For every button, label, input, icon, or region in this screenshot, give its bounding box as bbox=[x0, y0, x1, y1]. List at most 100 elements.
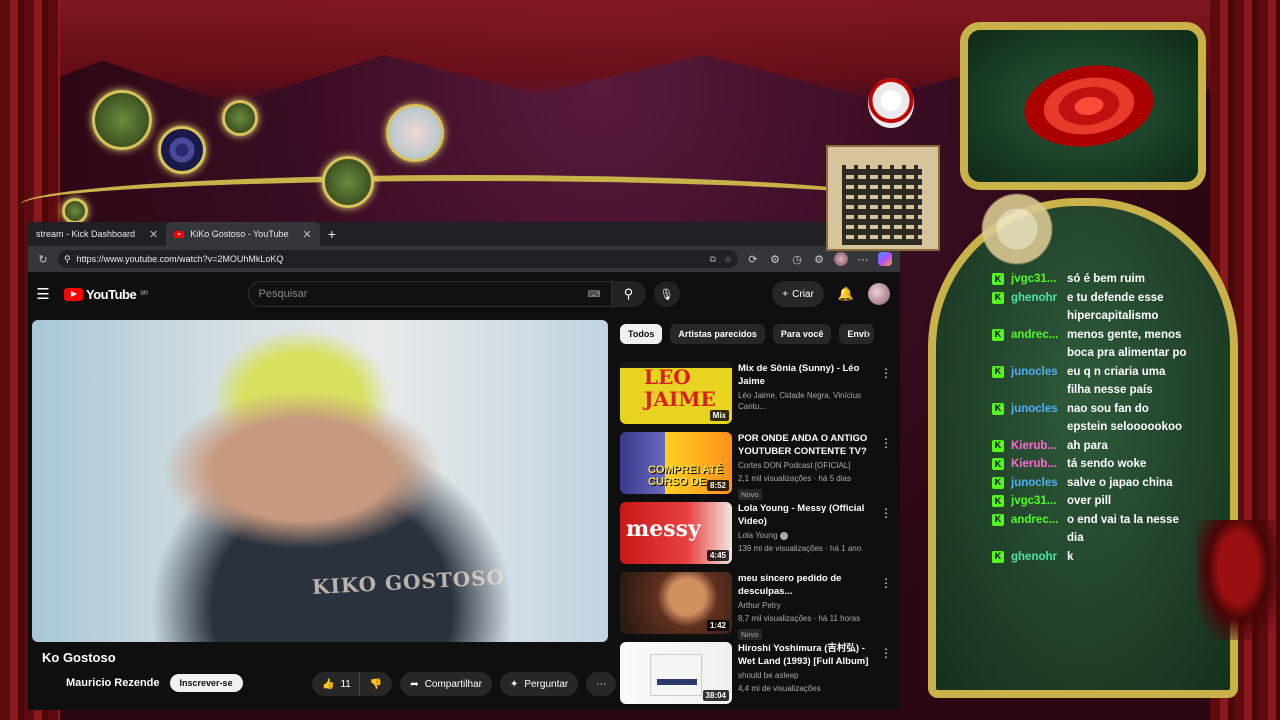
recommendation-item[interactable]: COMPREI ATÉ CURSO DE 8:52 POR ONDE ANDA … bbox=[620, 432, 892, 502]
ask-button[interactable]: ✦ Perguntar bbox=[499, 672, 579, 696]
more-actions-button[interactable]: ⋯ bbox=[586, 672, 617, 696]
tab-youtube[interactable]: KiKo Gostoso - YouTube ✕ bbox=[166, 222, 320, 246]
more-vert-icon[interactable]: ⋮ bbox=[880, 646, 892, 660]
youtube-favicon-icon bbox=[174, 230, 185, 238]
more-vert-icon[interactable]: ⋮ bbox=[880, 506, 892, 520]
search-button[interactable]: ⚲ bbox=[611, 281, 646, 307]
ornament-spiral bbox=[158, 126, 206, 174]
subscribe-button[interactable]: Inscrever-se bbox=[169, 674, 243, 692]
recommendation-channel: should be asleep bbox=[738, 671, 799, 680]
chip-artistas-parecidos[interactable]: Artistas parecidos bbox=[670, 324, 765, 344]
recommendation-title[interactable]: Mix de Sônia (Sunny) - Léo Jaime bbox=[738, 362, 878, 388]
like-button[interactable]: 👍 11 bbox=[312, 672, 359, 696]
tab-kick-dashboard[interactable]: stream - Kick Dashboard ✕ bbox=[28, 222, 166, 246]
video-thumbnail[interactable]: COMPREI ATÉ CURSO DE 8:52 bbox=[620, 432, 732, 494]
voice-search-button[interactable]: 🎙 bbox=[653, 281, 680, 307]
chat-username[interactable]: Kierub... bbox=[1011, 455, 1067, 474]
settings-icon[interactable]: ⚙ bbox=[812, 253, 826, 266]
recommendation-channel: Léo Jaime, Cidade Negra, Vinícius Cantu.… bbox=[738, 391, 862, 411]
microphone-icon: 🎙 bbox=[659, 288, 674, 301]
create-label: Criar bbox=[792, 288, 814, 300]
video-actions: 👍 11 👎 ➦ Compartilhar ✦ Perguntar ⋯ bbox=[312, 672, 617, 696]
copilot-icon[interactable] bbox=[878, 252, 892, 266]
site-info-icon[interactable]: ⚲ bbox=[64, 254, 71, 265]
close-tab-icon[interactable]: ✕ bbox=[149, 228, 158, 241]
search-icon: ⚲ bbox=[623, 286, 634, 301]
recommendation-title[interactable]: POR ONDE ANDA O ANTIGO YOUTUBER CONTENTE… bbox=[738, 432, 878, 458]
kick-badge-icon: K bbox=[992, 495, 1004, 507]
chat-username[interactable]: andrec... bbox=[1011, 511, 1067, 548]
chip-todos[interactable]: Todos bbox=[620, 324, 663, 344]
share-button[interactable]: ➦ Compartilhar bbox=[400, 672, 492, 696]
url-field[interactable]: ⚲ https://www.youtube.com/watch?v=2MOUhM… bbox=[58, 250, 738, 268]
qr-code bbox=[842, 165, 922, 245]
chat-username[interactable]: andrec... bbox=[1011, 326, 1067, 363]
chat-username[interactable]: junocles bbox=[1011, 400, 1067, 437]
kick-badge-icon: K bbox=[992, 328, 1004, 341]
chat-message: K jvgc31... só é bem ruim bbox=[992, 270, 1192, 289]
thumbs-up-icon: 👍 bbox=[322, 678, 335, 690]
chevron-right-icon[interactable]: › bbox=[866, 326, 870, 341]
profile-avatar-icon[interactable] bbox=[834, 252, 848, 266]
chat-username[interactable]: jvgc31... bbox=[1011, 270, 1067, 289]
recommendation-stats: 2,1 mil visualizações · há 5 dias bbox=[738, 474, 851, 483]
create-button[interactable]: + Criar bbox=[772, 281, 824, 307]
translate-icon[interactable]: ⧉ bbox=[709, 254, 715, 265]
like-count: 11 bbox=[340, 678, 351, 690]
dislike-button[interactable]: 👎 bbox=[358, 672, 393, 696]
keyboard-icon[interactable]: ⌨ bbox=[588, 289, 601, 300]
video-player[interactable]: KIKO GOSTOSO bbox=[32, 320, 608, 642]
recommendation-item[interactable]: LEO JAIME Mix Mix de Sônia (Sunny) - Léo… bbox=[620, 362, 892, 432]
extensions-icon[interactable]: ⚙ bbox=[768, 253, 782, 266]
video-thumbnail[interactable]: 38:04 bbox=[620, 642, 732, 704]
chip-para-voce[interactable]: Para você bbox=[772, 324, 832, 344]
recommendation-title[interactable]: Lola Young - Messy (Official Video) bbox=[738, 502, 878, 528]
history-icon[interactable]: ◷ bbox=[790, 253, 804, 266]
chat-username[interactable]: jvgc31... bbox=[1011, 492, 1067, 511]
new-tab-icon[interactable]: + bbox=[320, 226, 344, 242]
video-thumbnail[interactable]: 1:42 bbox=[620, 572, 732, 634]
duration-badge: 38:04 bbox=[702, 690, 729, 701]
video-thumbnail[interactable]: messy 4:45 bbox=[620, 502, 732, 564]
hamburger-menu-icon[interactable]: ☰ bbox=[34, 285, 52, 303]
header-actions: + Criar 🔔 bbox=[772, 281, 894, 307]
kick-badge-icon: K bbox=[992, 458, 1004, 470]
chat-text: eu q n criaria uma filha nesse país bbox=[1067, 365, 1166, 397]
channel-name[interactable]: Mauricio Rezende bbox=[66, 677, 160, 689]
chat-message: K Kierub... tá sendo woke bbox=[992, 455, 1192, 474]
album-cover bbox=[650, 654, 702, 696]
devil-mascot bbox=[1196, 520, 1280, 640]
chat-username[interactable]: Kierub... bbox=[1011, 437, 1067, 456]
more-menu-icon[interactable]: ⋯ bbox=[856, 253, 870, 266]
ornament-portrait bbox=[386, 104, 444, 162]
search-area: Pesquisar ⌨ ⚲ 🎙 bbox=[247, 281, 680, 307]
more-vert-icon[interactable]: ⋮ bbox=[880, 576, 892, 590]
recommendation-title[interactable]: meu sincero pedido de desculpas... bbox=[738, 572, 878, 598]
chat-message: K ghenohr k bbox=[992, 548, 1192, 567]
chat-message: K junocles salve o japao china bbox=[992, 474, 1192, 493]
recommendation-item[interactable]: 1:42 meu sincero pedido de desculpas... … bbox=[620, 572, 892, 642]
jester-mascot bbox=[868, 78, 914, 128]
chat-username[interactable]: ghenohr bbox=[1011, 548, 1067, 567]
notifications-bell-icon[interactable]: 🔔 bbox=[838, 286, 854, 302]
chat-username[interactable]: junocles bbox=[1011, 363, 1067, 400]
close-tab-icon[interactable]: ✕ bbox=[303, 228, 312, 241]
chat-username[interactable]: junocles bbox=[1011, 474, 1067, 493]
youtube-logo[interactable]: YouTube BR bbox=[64, 287, 148, 302]
account-avatar[interactable] bbox=[868, 283, 890, 305]
recommendation-title[interactable]: Hiroshi Yoshimura (吉村弘) - Wet Land (1993… bbox=[738, 642, 878, 668]
reload-icon[interactable]: ↻ bbox=[36, 253, 50, 266]
chat-username[interactable]: ghenohr bbox=[1011, 289, 1067, 326]
more-vert-icon[interactable]: ⋮ bbox=[880, 366, 892, 380]
bookmark-star-icon[interactable]: ☆ bbox=[724, 254, 732, 265]
search-input[interactable]: Pesquisar ⌨ bbox=[247, 281, 612, 307]
video-thumbnail[interactable]: LEO JAIME Mix bbox=[620, 362, 732, 424]
chat-text: salve o japao china bbox=[1067, 476, 1173, 489]
more-vert-icon[interactable]: ⋮ bbox=[880, 436, 892, 450]
recommendation-item[interactable]: messy 4:45 Lola Young - Messy (Official … bbox=[620, 502, 892, 572]
new-badge: Novo bbox=[738, 489, 762, 500]
channel-label: Lola Young bbox=[738, 531, 778, 540]
recommendation-item[interactable]: 38:04 Hiroshi Yoshimura (吉村弘) - Wet Land… bbox=[620, 642, 892, 710]
refresh-extension-icon[interactable]: ⟳ bbox=[746, 253, 760, 266]
kick-badge-icon: K bbox=[992, 365, 1004, 378]
